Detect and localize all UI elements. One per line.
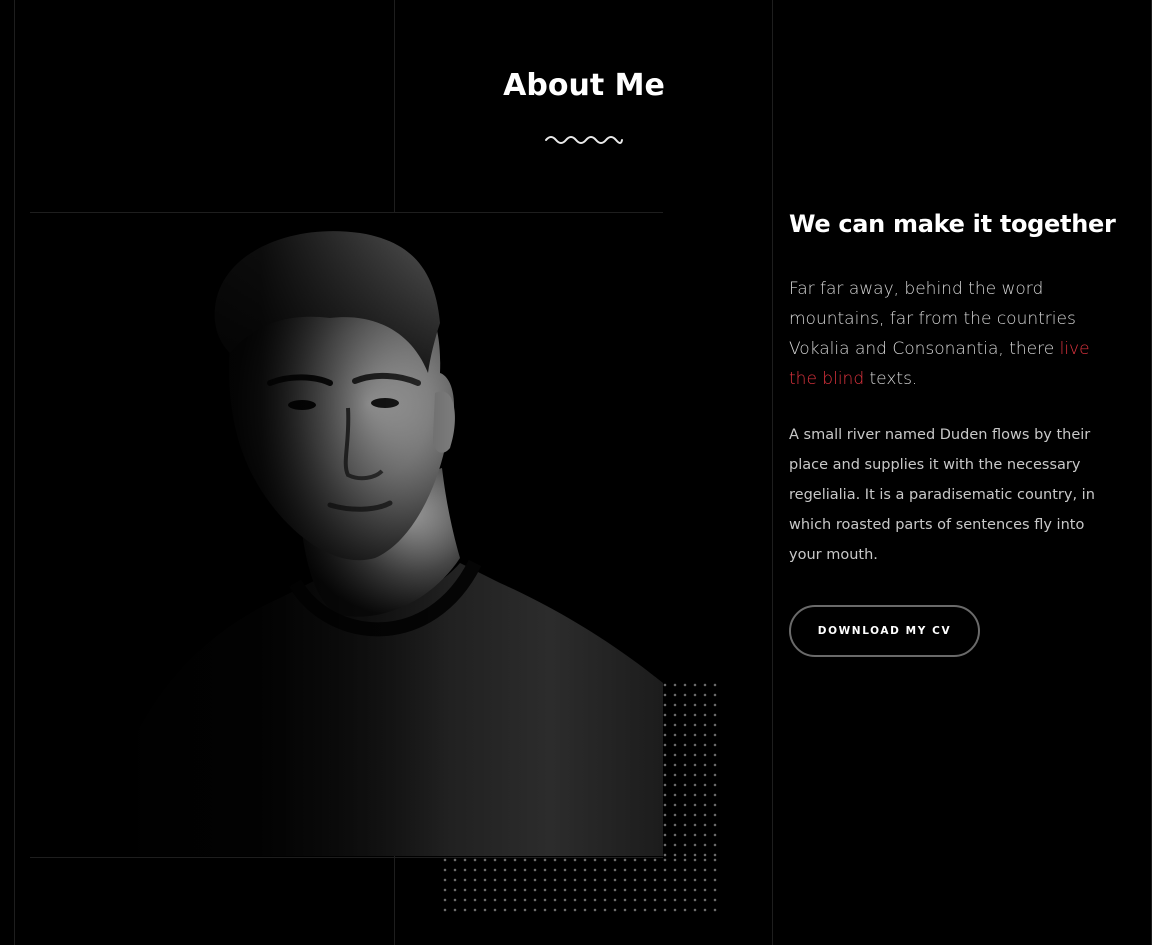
- lead-paragraph: Far far away, behind the word mountains,…: [789, 274, 1094, 394]
- about-heading: We can make it together: [789, 210, 1116, 238]
- dot-pattern: [660, 680, 717, 860]
- download-cv-button[interactable]: DOWNLOAD MY CV: [789, 605, 980, 657]
- profile-photo: [30, 213, 663, 856]
- section-title: About Me: [503, 68, 665, 103]
- wave-divider-icon: [545, 136, 623, 144]
- dot-pattern: [440, 855, 717, 912]
- body-paragraph: A small river named Duden flows by their…: [789, 427, 1095, 563]
- about-section: About Me We can make it together Far far…: [0, 0, 1152, 945]
- grid-line: [772, 0, 773, 945]
- lead-text: Far far away, behind the word mountains,…: [789, 279, 1076, 359]
- portrait-image: [30, 213, 663, 856]
- lead-text-end: texts.: [864, 369, 918, 389]
- grid-line: [14, 0, 15, 945]
